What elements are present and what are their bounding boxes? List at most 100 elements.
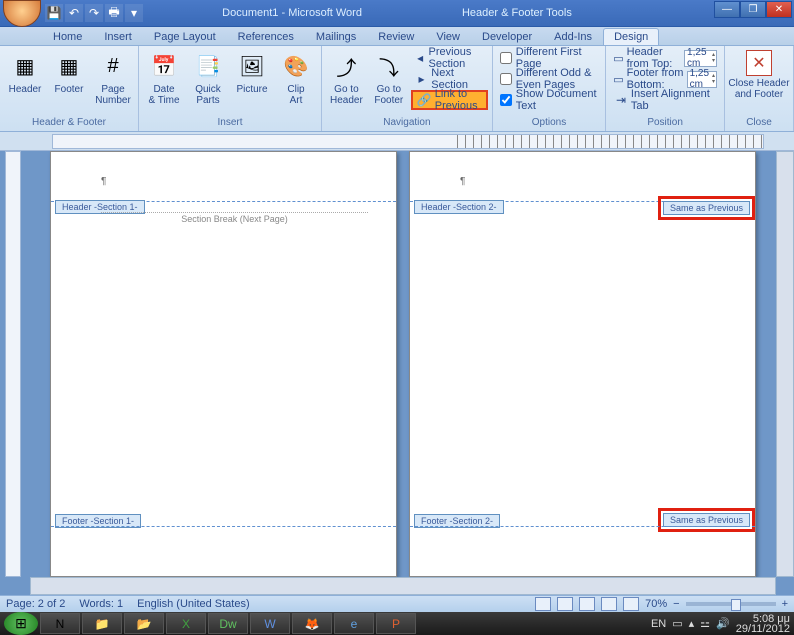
picture-icon: 🖼	[236, 50, 268, 82]
tray-clock[interactable]: 5:08 μμ29/11/2012	[736, 614, 790, 634]
page-number-button[interactable]: #Page Number	[92, 48, 134, 116]
close-button[interactable]: ✕	[766, 1, 792, 18]
zoom-out-button[interactable]: −	[673, 598, 679, 610]
prev-section-icon: ◂	[415, 50, 426, 66]
web-layout-view-icon[interactable]	[579, 597, 595, 611]
tab-insert[interactable]: Insert	[93, 28, 143, 45]
taskbar-word-icon[interactable]: W	[250, 613, 290, 634]
close-header-footer-button[interactable]: ✕Close Header and Footer	[729, 48, 789, 116]
tab-view[interactable]: View	[425, 28, 471, 45]
header-from-top-spinner[interactable]: 1,25 cm	[684, 50, 717, 67]
insert-alignment-tab-button[interactable]: ⇥Insert Alignment Tab	[610, 90, 720, 110]
taskbar-dreamweaver-icon[interactable]: Dw	[208, 613, 248, 634]
zoom-in-button[interactable]: +	[782, 598, 788, 610]
taskbar-firefox-icon[interactable]: 🦊	[292, 613, 332, 634]
taskbar-excel-icon[interactable]: X	[166, 613, 206, 634]
clipart-icon: 🎨	[280, 50, 312, 82]
taskbar-powerpoint-icon[interactable]: P	[376, 613, 416, 634]
document-area: ¶ Header -Section 1- Section Break (Next…	[0, 151, 794, 595]
calendar-icon: 📅	[148, 50, 180, 82]
full-screen-view-icon[interactable]	[557, 597, 573, 611]
next-section-button[interactable]: ▸Next Section	[411, 69, 488, 89]
tab-review[interactable]: Review	[367, 28, 425, 45]
ribbon: ▦Header ▦Footer #Page Number Header & Fo…	[0, 46, 794, 132]
tab-mailings[interactable]: Mailings	[305, 28, 367, 45]
tab-page-layout[interactable]: Page Layout	[143, 28, 227, 45]
page-2[interactable]: ¶ Header -Section 2- Same as Previous Fo…	[409, 151, 756, 577]
start-button[interactable]: ⊞	[4, 612, 38, 635]
page-1[interactable]: ¶ Header -Section 1- Section Break (Next…	[50, 151, 397, 577]
vertical-scrollbar[interactable]	[776, 151, 794, 577]
date-time-button[interactable]: 📅Date & Time	[143, 48, 185, 116]
print-icon[interactable]: 🖶	[105, 4, 123, 22]
windows-taskbar: ⊞ N 📁 📂 X Dw W 🦊 e P EN ▭ ▴ ⚍ 🔊 5:08 μμ2…	[0, 612, 794, 635]
minimize-button[interactable]: —	[714, 1, 740, 18]
page-number-icon: #	[97, 50, 129, 82]
group-insert-label: Insert	[143, 116, 317, 129]
header-icon: ▦	[9, 50, 41, 82]
outline-view-icon[interactable]	[601, 597, 617, 611]
show-document-text-checkbox[interactable]: Show Document Text	[497, 90, 601, 110]
quick-parts-button[interactable]: 📑Quick Parts	[187, 48, 229, 116]
tab-design[interactable]: Design	[603, 28, 659, 45]
header-button[interactable]: ▦Header	[4, 48, 46, 116]
title-text: Document1 - Microsoft Word Header & Foot…	[222, 7, 572, 19]
tab-home[interactable]: Home	[42, 28, 93, 45]
different-first-page-checkbox[interactable]: Different First Page	[497, 48, 601, 68]
qat-more-icon[interactable]: ▾	[125, 4, 143, 22]
group-position-label: Position	[610, 116, 720, 129]
save-icon[interactable]: 💾	[45, 4, 63, 22]
next-section-icon: ▸	[415, 71, 428, 87]
status-words[interactable]: Words: 1	[79, 598, 123, 610]
alignment-tab-icon: ⇥	[614, 92, 628, 108]
draft-view-icon[interactable]	[623, 597, 639, 611]
horizontal-scrollbar[interactable]	[30, 577, 776, 595]
horizontal-ruler[interactable]	[0, 132, 794, 151]
tab-developer[interactable]: Developer	[471, 28, 543, 45]
zoom-level[interactable]: 70%	[645, 598, 667, 610]
pilcrow-icon: ¶	[460, 176, 465, 187]
tray-language[interactable]: EN	[651, 618, 666, 630]
footer-bottom-icon: ▭	[613, 73, 623, 86]
header-section-2-tag: Header -Section 2-	[414, 200, 504, 214]
group-navigation-label: Navigation	[326, 116, 488, 129]
previous-section-button[interactable]: ◂Previous Section	[411, 48, 488, 68]
taskbar-ie-icon[interactable]: e	[334, 613, 374, 634]
page-2-footer-area[interactable]	[410, 526, 755, 576]
link-to-previous-button[interactable]: 🔗Link to Previous	[411, 90, 488, 110]
zoom-slider[interactable]	[686, 602, 776, 606]
tray-network-icon[interactable]: ⚍	[700, 617, 710, 630]
tray-arrow-icon[interactable]: ▴	[689, 617, 695, 630]
goto-header-icon: ⤴	[330, 50, 362, 82]
print-layout-view-icon[interactable]	[535, 597, 551, 611]
undo-icon[interactable]: ↶	[65, 4, 83, 22]
status-language[interactable]: English (United States)	[137, 598, 250, 610]
taskbar-folder-icon[interactable]: 📂	[124, 613, 164, 634]
link-icon: 🔗	[417, 92, 432, 108]
header-top-icon: ▭	[613, 52, 623, 65]
office-button[interactable]	[3, 0, 41, 27]
clipart-button[interactable]: 🎨Clip Art	[275, 48, 317, 116]
tab-references[interactable]: References	[227, 28, 305, 45]
quick-parts-icon: 📑	[192, 50, 224, 82]
goto-footer-button[interactable]: ⤵Go to Footer	[369, 48, 409, 116]
footer-from-bottom-spinner[interactable]: 1,25 cm	[687, 71, 717, 88]
tab-add-ins[interactable]: Add-Ins	[543, 28, 603, 45]
restore-button[interactable]: ❐	[740, 1, 766, 18]
picture-button[interactable]: 🖼Picture	[231, 48, 273, 116]
taskbar-explorer-icon[interactable]: 📁	[82, 613, 122, 634]
pilcrow-icon: ¶	[101, 176, 106, 187]
tray-sound-icon[interactable]: 🔊	[716, 617, 730, 630]
goto-header-button[interactable]: ⤴Go to Header	[326, 48, 367, 116]
taskbar-onenote-icon[interactable]: N	[40, 613, 80, 634]
close-x-icon: ✕	[746, 50, 772, 76]
page-1-footer-area[interactable]	[51, 526, 396, 576]
status-page[interactable]: Page: 2 of 2	[6, 598, 65, 610]
redo-icon[interactable]: ↷	[85, 4, 103, 22]
footer-button[interactable]: ▦Footer	[48, 48, 90, 116]
section-break-indicator: Section Break (Next Page)	[101, 212, 368, 224]
tray-flag-icon[interactable]: ▭	[672, 617, 682, 630]
vertical-ruler[interactable]	[5, 151, 21, 577]
different-odd-even-checkbox[interactable]: Different Odd & Even Pages	[497, 69, 601, 89]
group-close-label: Close	[729, 116, 789, 129]
